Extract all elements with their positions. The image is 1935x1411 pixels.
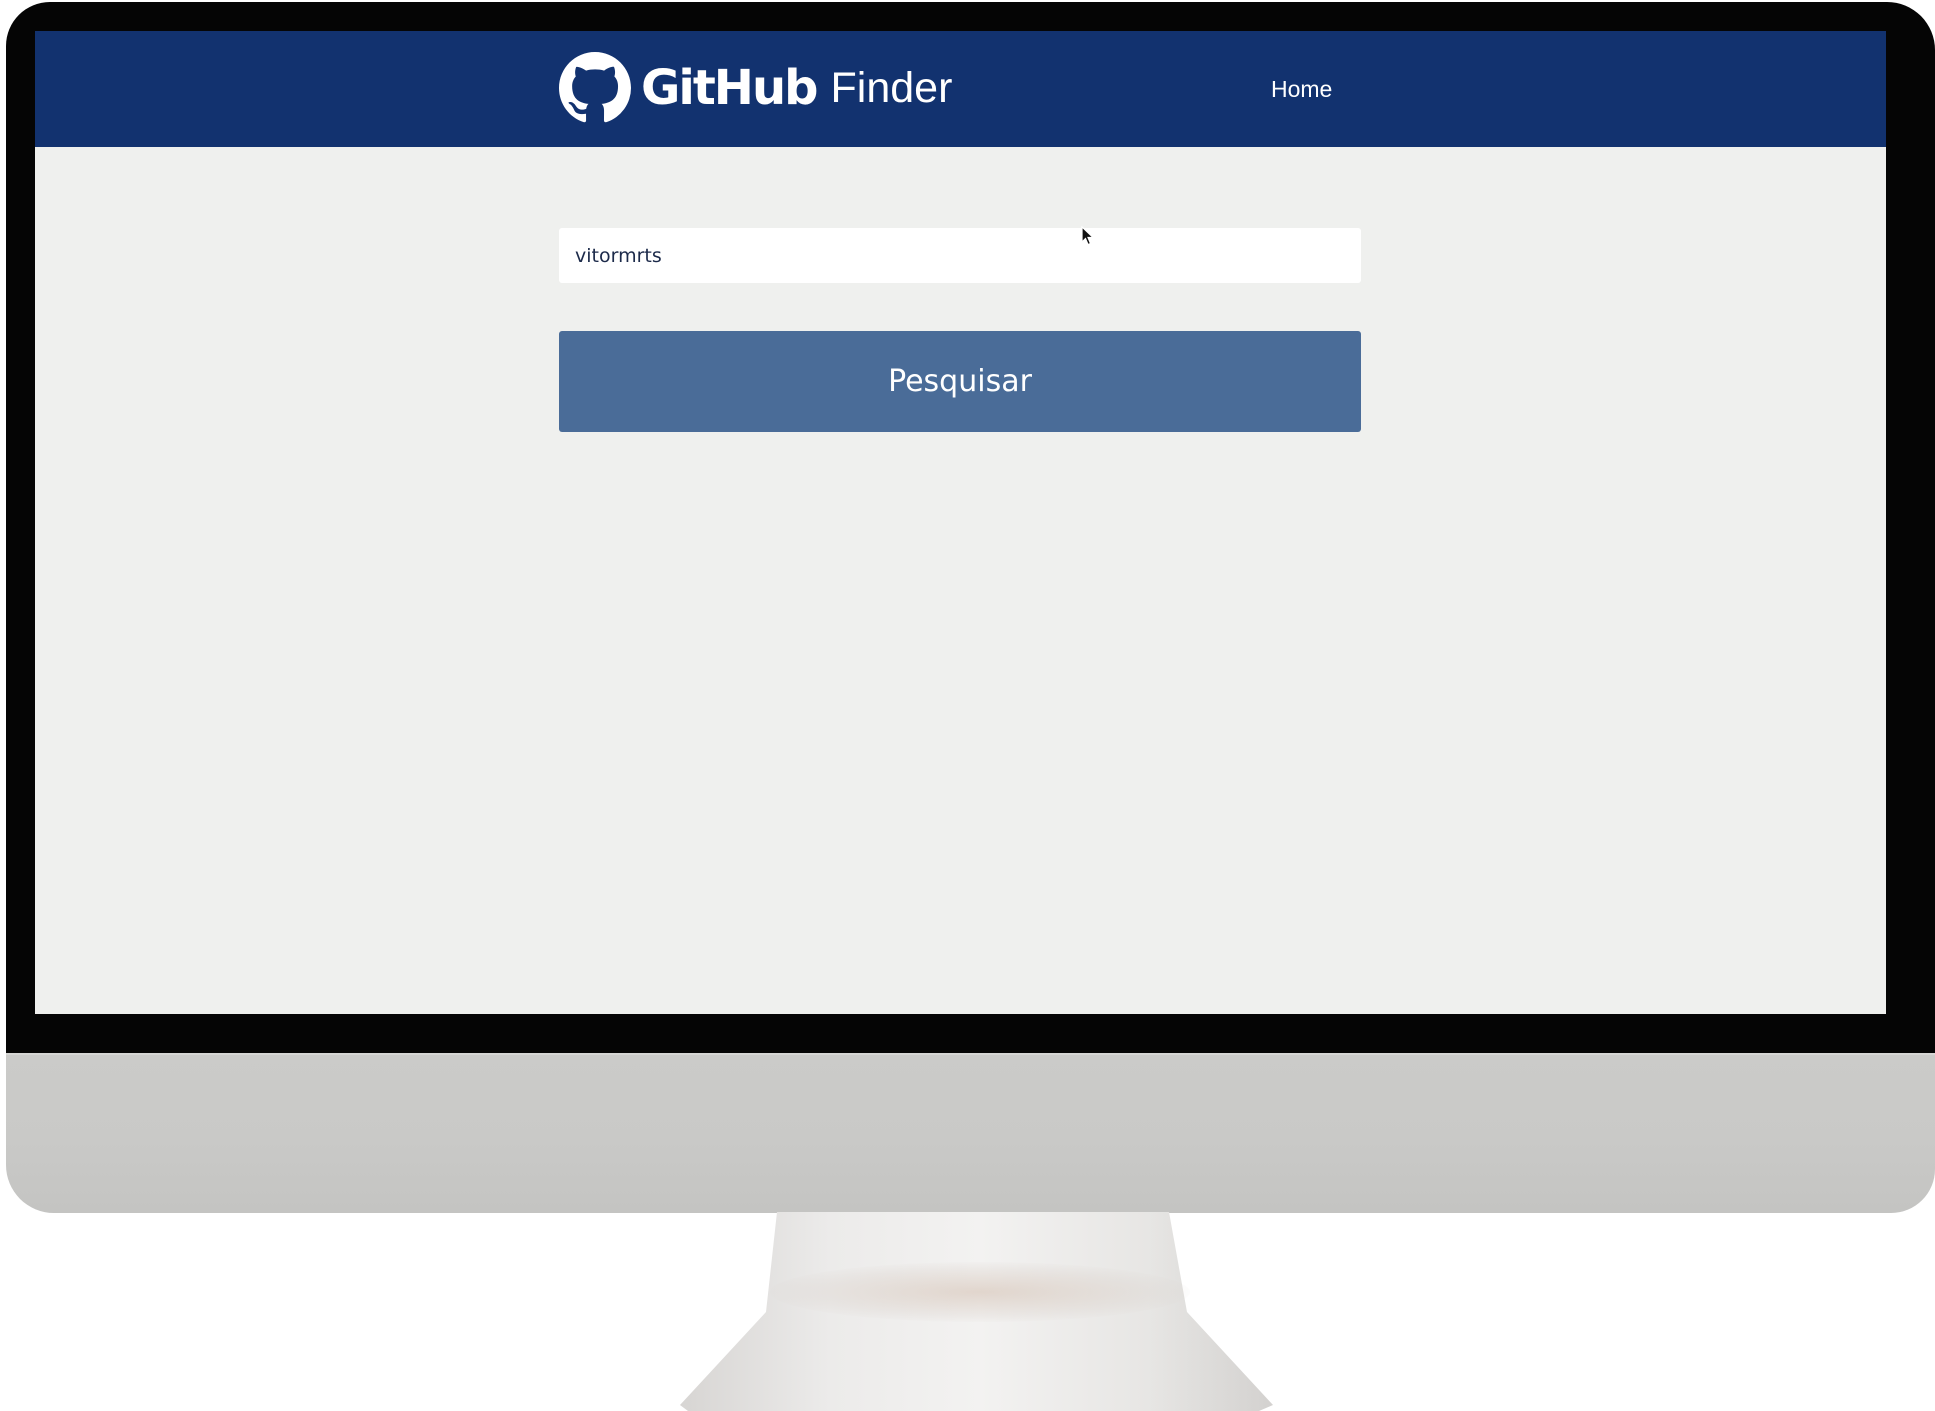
monitor-mockup: GitHub Finder Home Pesquisar bbox=[0, 0, 1935, 1411]
username-search-input[interactable] bbox=[559, 228, 1361, 283]
app-screen: GitHub Finder Home Pesquisar bbox=[35, 31, 1886, 1014]
brand-logo-link[interactable]: GitHub Finder bbox=[559, 52, 952, 124]
mouse-pointer-icon bbox=[1081, 226, 1095, 246]
search-button[interactable]: Pesquisar bbox=[559, 331, 1361, 432]
monitor-stand-shadow bbox=[770, 1262, 1190, 1322]
brand-github-text: GitHub bbox=[641, 60, 818, 116]
brand-finder-text: Finder bbox=[830, 64, 953, 112]
monitor-chin bbox=[6, 1053, 1935, 1213]
github-octocat-icon bbox=[559, 52, 631, 123]
nav-home-link[interactable]: Home bbox=[1271, 74, 1332, 104]
navbar: GitHub Finder Home bbox=[35, 31, 1886, 147]
